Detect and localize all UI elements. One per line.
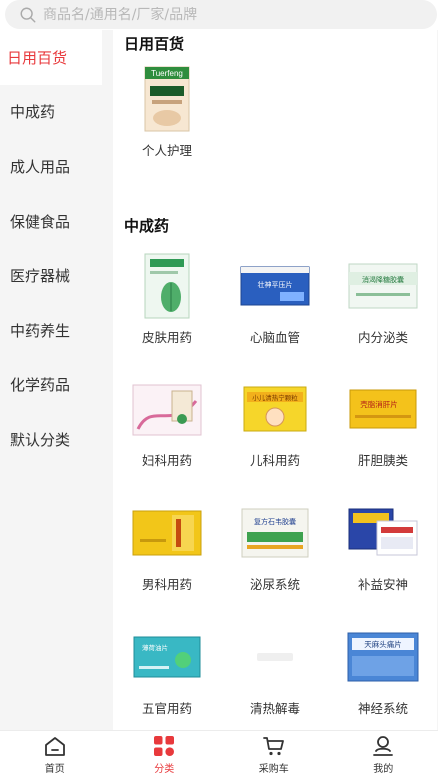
sidebar-item-label: 默认分类 — [10, 430, 71, 449]
category-label: 清热解毒 — [249, 701, 300, 716]
svg-text:天麻头痛片: 天麻头痛片 — [364, 639, 402, 649]
bottom-tab-bar: 首页 分类 采购车 我的 — [0, 730, 438, 779]
category-icon — [154, 736, 175, 756]
search-bar — [0, 0, 438, 30]
tab-cart[interactable]: 采购车 — [219, 731, 329, 779]
svg-text:小儿清热宁颗粒: 小儿清热宁颗粒 — [252, 393, 298, 402]
search-icon — [20, 7, 36, 22]
category-item-endocrine[interactable]: 消渴降糖胶囊 内分泌类 — [329, 253, 437, 346]
section-daily-goods: 日用百货 Tuerfeng 个人护理 — [113, 30, 437, 214]
category-label: 五官用药 — [141, 701, 192, 716]
category-content: 日用百货 Tuerfeng 个人护理 中成药 皮肤用药 壮神平压片 心脑血管 消… — [102, 30, 438, 730]
category-label: 肝胆胰类 — [357, 453, 408, 468]
profile-icon — [373, 736, 394, 756]
product-image: 消渴降糖胶囊 — [347, 253, 419, 319]
sidebar-item-adult-products[interactable]: 成人用品 — [0, 139, 102, 194]
sidebar-item-label: 日用百货 — [7, 48, 68, 67]
sidebar-item-daily-goods[interactable]: 日用百货 — [0, 30, 102, 85]
category-item-gynecology[interactable]: 妇科用药 — [113, 376, 221, 469]
category-item-heat-detox[interactable]: 清热解毒 — [221, 624, 329, 717]
search-box[interactable] — [5, 0, 437, 29]
category-label: 男科用药 — [141, 577, 192, 592]
product-image: 壮神平压片 — [239, 253, 311, 319]
product-image: 壳脂消肝片 — [347, 376, 419, 442]
product-image-placeholder — [239, 624, 311, 690]
sidebar-item-chinese-patent-medicine[interactable]: 中成药 — [0, 85, 102, 140]
svg-text:Tuerfeng: Tuerfeng — [151, 69, 183, 78]
svg-text:壮神平压片: 壮神平压片 — [258, 280, 293, 289]
category-item-tonic-sedative[interactable]: 补益安神 — [329, 500, 437, 593]
product-image — [131, 500, 203, 566]
category-label: 妇科用药 — [141, 453, 192, 468]
sidebar-item-label: 中成药 — [10, 103, 56, 122]
category-item-nervous-system[interactable]: 天麻头痛片 神经系统 — [329, 624, 437, 717]
product-image: 薄荷油片 — [131, 624, 203, 690]
category-item-pediatrics[interactable]: 小儿清热宁颗粒 儿科用药 — [221, 376, 329, 469]
sidebar-item-label: 成人用品 — [10, 157, 71, 176]
category-label: 皮肤用药 — [141, 330, 192, 345]
category-label: 儿科用药 — [249, 453, 300, 468]
section-title: 日用百货 — [124, 35, 185, 53]
svg-text:消渴降糖胶囊: 消渴降糖胶囊 — [362, 275, 404, 284]
sidebar-item-default[interactable]: 默认分类 — [0, 412, 102, 467]
product-image — [347, 500, 419, 566]
category-label: 个人护理 — [141, 143, 192, 158]
category-item-personal-care[interactable]: Tuerfeng 个人护理 — [113, 66, 221, 159]
category-item-cardiovascular[interactable]: 壮神平压片 心脑血管 — [221, 253, 329, 346]
category-item-urinary[interactable]: 复方石韦胶囊 泌尿系统 — [221, 500, 329, 593]
cart-icon — [262, 737, 284, 756]
sidebar-item-medical-devices[interactable]: 医疗器械 — [0, 248, 102, 303]
tab-label: 我的 — [373, 764, 394, 775]
tab-category[interactable]: 分类 — [110, 731, 220, 779]
svg-text:薄荷油片: 薄荷油片 — [142, 643, 168, 652]
category-item-skin[interactable]: 皮肤用药 — [113, 253, 221, 346]
tab-label: 首页 — [44, 764, 65, 775]
sidebar-item-label: 中药养生 — [10, 321, 71, 340]
sidebar-item-label: 化学药品 — [10, 376, 71, 395]
tab-label: 采购车 — [258, 764, 289, 775]
sidebar-item-chemical-drugs[interactable]: 化学药品 — [0, 358, 102, 413]
sidebar-item-tcm-wellness[interactable]: 中药养生 — [0, 303, 102, 358]
section-chinese-patent-medicine: 中成药 皮肤用药 壮神平压片 心脑血管 消渴降糖胶囊 内分泌类 妇科用药 小儿清… — [113, 198, 437, 730]
svg-text:复方石韦胶囊: 复方石韦胶囊 — [254, 517, 296, 526]
product-image: 小儿清热宁颗粒 — [239, 376, 311, 442]
category-label: 内分泌类 — [357, 330, 408, 345]
category-item-ent[interactable]: 薄荷油片 五官用药 — [113, 624, 221, 717]
category-label: 神经系统 — [357, 701, 408, 716]
category-label: 心脑血管 — [249, 330, 300, 345]
tab-label: 分类 — [154, 764, 175, 775]
category-sidebar: 日用百货 中成药 成人用品 保健食品 医疗器械 中药养生 化学药品 默认分类 — [0, 30, 102, 730]
product-image — [131, 253, 203, 319]
sidebar-item-health-food[interactable]: 保健食品 — [0, 194, 102, 249]
product-image: Tuerfeng — [131, 66, 203, 132]
product-image — [131, 376, 203, 442]
sidebar-item-label: 医疗器械 — [10, 267, 71, 286]
product-image: 天麻头痛片 — [347, 624, 419, 690]
section-title: 中成药 — [124, 217, 170, 235]
category-item-andrology[interactable]: 男科用药 — [113, 500, 221, 593]
category-label: 补益安神 — [357, 577, 408, 592]
category-item-hepatobiliary[interactable]: 壳脂消肝片 肝胆胰类 — [329, 376, 437, 469]
tab-home[interactable]: 首页 — [0, 731, 110, 779]
home-icon — [44, 737, 65, 756]
svg-text:壳脂消肝片: 壳脂消肝片 — [360, 399, 398, 409]
tab-profile[interactable]: 我的 — [329, 731, 438, 779]
sidebar-item-label: 保健食品 — [10, 212, 71, 231]
search-input[interactable] — [43, 6, 423, 23]
product-image: 复方石韦胶囊 — [239, 500, 311, 566]
category-label: 泌尿系统 — [249, 577, 300, 592]
